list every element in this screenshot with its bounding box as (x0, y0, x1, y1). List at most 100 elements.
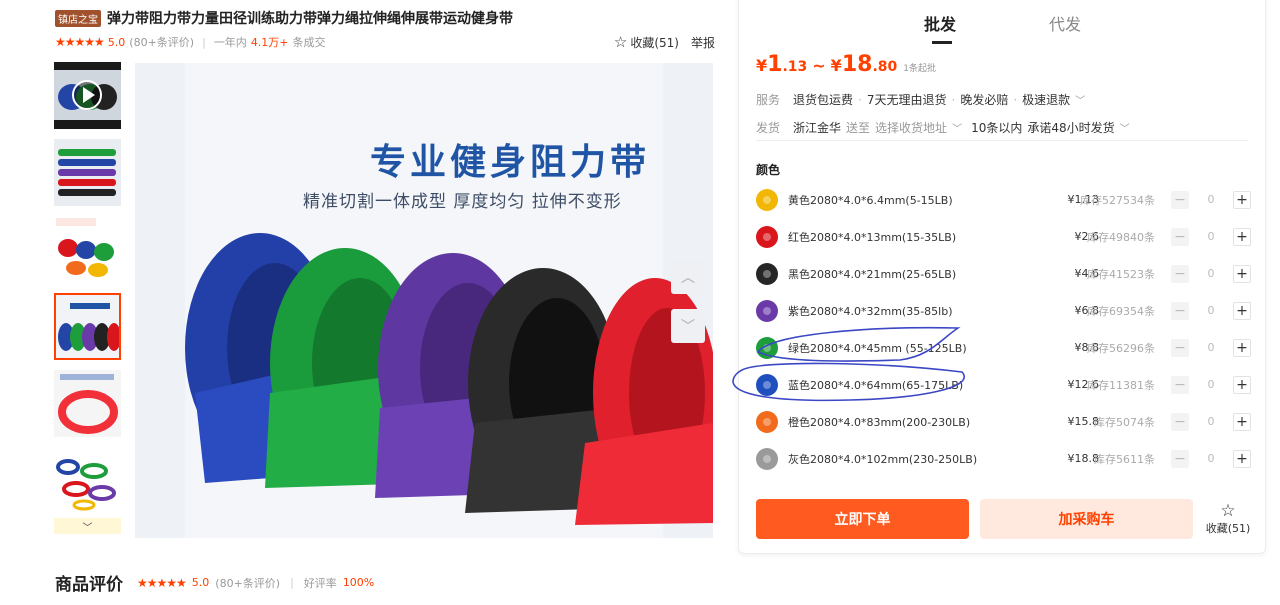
image-next-button[interactable]: ﹀ (671, 309, 705, 343)
sku-color-swatch[interactable] (756, 336, 778, 359)
min-order: 1条起批 (903, 64, 936, 74)
decrement-button[interactable]: − (1171, 449, 1189, 468)
sku-name: 红色2080*4.0*13mm(15-35LB) (788, 230, 957, 244)
decrement-button[interactable]: − (1171, 190, 1189, 209)
chevron-down-icon[interactable]: ﹀ (952, 120, 962, 135)
favorite-button[interactable]: ☆ 收藏(51) (614, 33, 679, 51)
sku-color-swatch[interactable] (756, 373, 778, 396)
thumbnail-6[interactable] (54, 447, 121, 514)
sku-stock: 库存56296条 (1087, 341, 1155, 355)
thumbnail-3[interactable] (54, 216, 121, 283)
quantity-value[interactable]: 0 (1189, 452, 1233, 465)
thumbnail-strip: ﹀ (54, 62, 122, 534)
thumbnail-video[interactable] (54, 62, 121, 129)
image-prev-button[interactable]: ︿ (671, 260, 705, 294)
order-now-button[interactable]: 立即下单 (756, 499, 969, 539)
quantity-value[interactable]: 0 (1189, 267, 1233, 280)
thumbnail-scroll-down[interactable]: ﹀ (54, 518, 121, 534)
review-count-link[interactable]: (80+条评价) (129, 34, 194, 50)
quantity-stepper: − 0 + (1171, 227, 1251, 246)
sku-stock: 库存49840条 (1087, 230, 1155, 244)
shipping-to: 送至 (846, 121, 871, 135)
increment-button[interactable]: + (1233, 412, 1251, 431)
quantity-value[interactable]: 0 (1189, 341, 1233, 354)
sku-name: 蓝色2080*4.0*64mm(65-175LB) (788, 378, 964, 392)
reviews-stars-icon: ★★★★★ (137, 575, 187, 590)
product-title: 弹力带阻力带力量田径训练助力带弹力绳拉伸绳伸展带运动健身带 (107, 11, 513, 27)
shop-badge: 镇店之宝 (55, 9, 101, 27)
thumbnail-image (54, 216, 121, 283)
increment-button[interactable]: + (1233, 264, 1251, 283)
thumbnail-image (54, 139, 121, 206)
thumbnail-image (54, 370, 121, 437)
sku-color-swatch[interactable] (756, 188, 778, 211)
tab-dropship[interactable]: 代发 (1049, 11, 1081, 35)
quantity-value[interactable]: 0 (1189, 304, 1233, 317)
decrement-button[interactable]: − (1171, 375, 1189, 394)
report-link[interactable]: 举报 (691, 34, 715, 51)
decrement-button[interactable]: − (1171, 412, 1189, 431)
sku-color-swatch[interactable] (756, 225, 778, 248)
reviews-score: 5.0 (191, 576, 210, 589)
reviews-header: 商品评价 ★★★★★ 5.0 (80+条评价) | 好评率 100% (55, 570, 374, 595)
quantity-value[interactable]: 0 (1189, 230, 1233, 243)
increment-button[interactable]: + (1233, 301, 1251, 320)
service-item: 退货包运费 (793, 93, 854, 107)
reviews-title: 商品评价 (55, 575, 123, 595)
decrement-button[interactable]: − (1171, 227, 1189, 246)
sku-row: 黑色2080*4.0*21mm(25-65LB) ¥4.6 库存41523条 −… (756, 255, 1251, 292)
title-actions: ☆ 收藏(51) 举报 (614, 33, 715, 51)
chevron-down-icon[interactable]: ﹀ (1075, 92, 1085, 107)
image-subheadline: 精准切割一体成型 厚度均匀 拉伸不变形 (303, 192, 622, 212)
address-select[interactable]: 选择收货地址 (875, 119, 947, 136)
sku-color-swatch[interactable] (756, 262, 778, 285)
sku-name: 黑色2080*4.0*21mm(25-65LB) (788, 267, 957, 281)
sku-color-swatch[interactable] (756, 447, 778, 470)
increment-button[interactable]: + (1233, 227, 1251, 246)
thumbnail-4-selected[interactable] (54, 293, 121, 360)
chevron-up-icon: ︿ (681, 270, 695, 286)
chevron-down-icon: ﹀ (82, 522, 93, 534)
reviews-count: (80+条评价) (215, 576, 281, 590)
service-label: 服务 (756, 93, 781, 107)
period-label: 一年内 (213, 36, 247, 49)
divider: | (290, 576, 294, 589)
sku-color-swatch[interactable] (756, 299, 778, 322)
chevron-down-icon[interactable]: ﹀ (1120, 120, 1130, 135)
tab-wholesale[interactable]: 批发 (924, 11, 956, 44)
quantity-value[interactable]: 0 (1189, 415, 1233, 428)
service-row: 服务 退货包运费 · 7天无理由退货 · 晚发必赔 · 极速退款 ﹀ (756, 91, 1085, 108)
thumbnail-2[interactable] (54, 139, 121, 206)
quantity-value[interactable]: 0 (1189, 193, 1233, 206)
sku-name: 灰色2080*4.0*102mm(230-250LB) (788, 452, 978, 466)
sku-stock: 库存5611条 (1094, 452, 1155, 466)
price-tilde: ~ (812, 56, 826, 75)
quantity-stepper: − 0 + (1171, 449, 1251, 468)
good-rate-label: 好评率 (303, 576, 337, 590)
decrement-button[interactable]: − (1171, 264, 1189, 283)
add-to-cart-button[interactable]: 加采购车 (980, 499, 1193, 539)
shipping-row: 发货 浙江金华 送至 选择收货地址 ﹀ 10条以内 承诺48小时发货 ﹀ (756, 119, 1130, 136)
sku-stock: 库存69354条 (1087, 304, 1155, 318)
service-item: 晚发必赔 (960, 93, 1009, 107)
thumbnail-image (54, 447, 121, 514)
increment-button[interactable]: + (1233, 338, 1251, 357)
increment-button[interactable]: + (1233, 190, 1251, 209)
panel-favorite-button[interactable]: ☆ 收藏(51) (1205, 502, 1251, 536)
sku-color-swatch[interactable] (756, 410, 778, 433)
decrement-button[interactable]: − (1171, 338, 1189, 357)
sold-suffix: 条成交 (292, 36, 326, 49)
image-headline: 专业健身阻力带 (370, 142, 651, 183)
increment-button[interactable]: + (1233, 449, 1251, 468)
increment-button[interactable]: + (1233, 375, 1251, 394)
quantity-value[interactable]: 0 (1189, 378, 1233, 391)
thumbnail-5[interactable] (54, 370, 121, 437)
rating-score: 5.0 (107, 35, 126, 49)
service-item: 极速退款 (1022, 93, 1071, 107)
sku-row: 红色2080*4.0*13mm(15-35LB) ¥2.6 库存49840条 −… (756, 218, 1251, 255)
quantity-stepper: − 0 + (1171, 375, 1251, 394)
chevron-down-icon: ﹀ (681, 319, 695, 335)
decrement-button[interactable]: − (1171, 301, 1189, 320)
quantity-stepper: − 0 + (1171, 264, 1251, 283)
price-low-int: 1 (767, 52, 783, 77)
